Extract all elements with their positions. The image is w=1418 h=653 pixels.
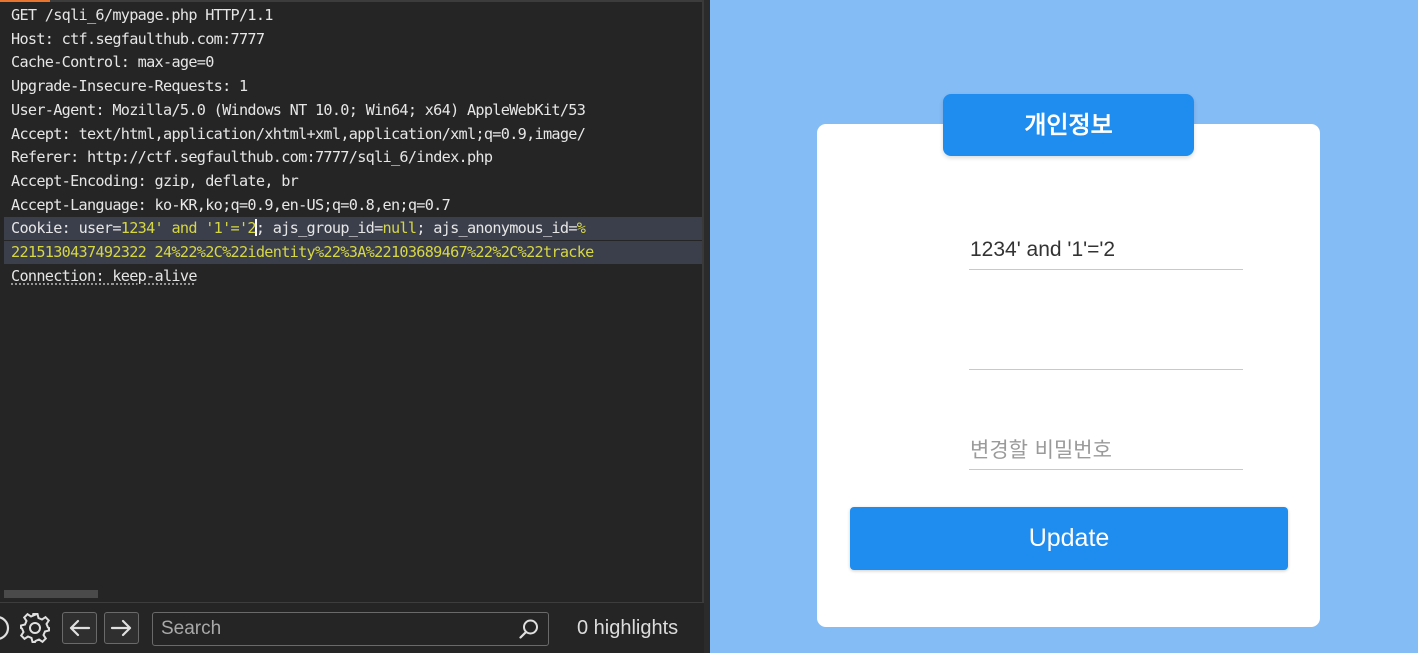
request-token: text/html,application/xhtml+xml,applicat… (78, 124, 586, 143)
request-token: gzip, deflate, br (154, 171, 299, 190)
request-token: Accept-Language (11, 195, 138, 214)
settings-button[interactable] (18, 612, 52, 644)
request-token: ctf.segfaulthub.com:7777 (61, 29, 265, 48)
help-button[interactable] (0, 612, 12, 644)
request-token: : (222, 77, 239, 96)
request-token: 1 (238, 77, 248, 96)
request-token: user= (78, 219, 122, 238)
search-toolbar: 0 highlights (0, 602, 704, 653)
request-text-editor[interactable]: GET /sqli_6/mypage.php HTTP/1.1 Host: ctf… (0, 2, 702, 602)
request-token: : (120, 53, 138, 72)
request-token: http://ctf.segfaulthub.com:7777/sqli_6/i… (87, 148, 493, 167)
new-password-field[interactable] (969, 430, 1243, 470)
request-line[interactable]: Upgrade-Insecure-Requests: 1 (11, 75, 701, 98)
request-line[interactable]: Connection: keep-alive (11, 265, 701, 288)
request-token: User-Agent (11, 100, 96, 119)
arrow-right-icon (110, 619, 132, 637)
update-button[interactable]: Update (850, 507, 1288, 570)
request-token: : (95, 266, 113, 285)
request-token: Referer (11, 148, 71, 167)
email-field[interactable] (969, 330, 1243, 370)
highlights-count: 0 highlights (577, 617, 679, 639)
request-token: Connection (11, 266, 96, 285)
request-token: max-age=0 (137, 53, 215, 72)
browser-page: 개인정보 Update (710, 0, 1418, 653)
help-icon (0, 616, 10, 640)
request-line[interactable]: Cookie: user=1234' and '1'='2; ajs_group… (4, 217, 702, 241)
arrow-left-icon (69, 619, 91, 637)
request-line[interactable]: Accept: text/html,application/xhtml+xml,… (11, 123, 701, 146)
request-token: 1234' and '1'='2 (120, 219, 257, 238)
request-token: ; ajs_anonymous_id= (416, 219, 577, 238)
request-token: : (44, 29, 62, 48)
request-token: Cache-Control (11, 53, 121, 72)
request-token: Upgrade-Insecure-Requests (11, 77, 223, 96)
request-line[interactable]: Referer: http://ctf.segfaulthub.com:7777… (11, 146, 701, 169)
request-token: Host (11, 29, 45, 48)
gear-icon (19, 612, 51, 644)
request-token: Cookie (11, 219, 62, 238)
request-token: : (137, 171, 155, 190)
request-token: ; ajs_group_id= (255, 219, 383, 238)
previous-match-button[interactable] (62, 612, 97, 644)
request-editor-panel: GET /sqli_6/mypage.php HTTP/1.1 Host: ctf… (0, 0, 704, 653)
request-token: : (95, 100, 113, 119)
next-match-button[interactable] (104, 612, 139, 644)
request-line[interactable]: Accept-Encoding: gzip, deflate, br (11, 170, 701, 193)
request-token: null (382, 219, 417, 238)
horizontal-scrollbar[interactable] (4, 590, 98, 598)
request-token: 2215130437492322 24%22%2C%22identity%22%… (11, 243, 594, 261)
page-title: 개인정보 (943, 94, 1194, 156)
request-token: : (70, 148, 87, 167)
request-token: keep-alive (112, 266, 197, 285)
user-id-field[interactable] (969, 230, 1243, 270)
request-token: : (137, 195, 155, 214)
request-token: : (61, 124, 79, 143)
request-token: ko-KR,ko;q=0.9,en-US;q=0.8,en;q=0.7 (154, 195, 451, 214)
request-line[interactable]: 2215130437492322 24%22%2C%22identity%22%… (4, 241, 702, 264)
search-input[interactable] (153, 613, 513, 645)
request-token: GET /sqli_6/mypage.php HTTP/1.1 (11, 6, 273, 24)
request-line[interactable]: GET /sqli_6/mypage.php HTTP/1.1 (11, 4, 701, 27)
request-line[interactable]: Accept-Language: ko-KR,ko;q=0.9,en-US;q=… (11, 194, 701, 217)
search-box (152, 612, 549, 646)
request-token: Accept-Encoding (11, 171, 138, 190)
request-line[interactable]: Cache-Control: max-age=0 (11, 51, 701, 74)
request-token: % (576, 219, 586, 238)
search-icon[interactable] (518, 618, 540, 640)
request-token: : (61, 219, 79, 238)
request-token: Accept (11, 124, 62, 143)
request-token: Mozilla/5.0 (Windows NT 10.0; Win64; x64… (112, 100, 586, 119)
request-line[interactable]: Host: ctf.segfaulthub.com:7777 (11, 28, 701, 51)
panel-divider[interactable] (702, 0, 704, 653)
request-line[interactable]: User-Agent: Mozilla/5.0 (Windows NT 10.0… (11, 99, 701, 122)
